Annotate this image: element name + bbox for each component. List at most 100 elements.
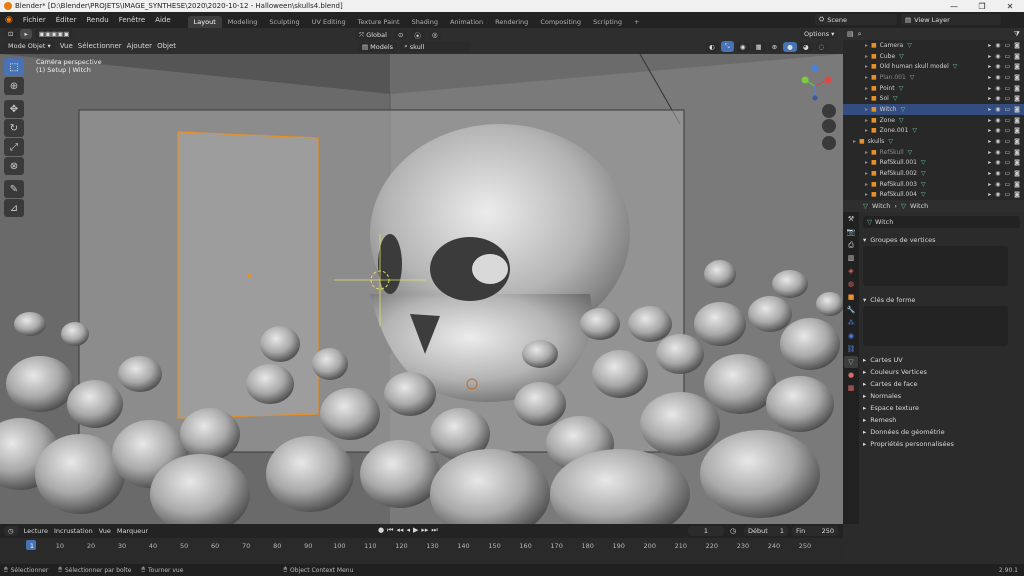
shading-solid-icon[interactable]: ●: [783, 41, 797, 52]
pivot-icon[interactable]: ⊙: [393, 30, 408, 40]
camera-render-icon[interactable]: ◙: [1014, 159, 1020, 166]
collapsed-panel[interactable]: ▸ Couleurs Vertices: [863, 366, 1020, 378]
outliner-row[interactable]: ▸ ■ RefSkull.001 ▽ ▸ ◉ ▭ ◙: [843, 158, 1024, 169]
monitor-icon[interactable]: ▭: [1005, 63, 1011, 70]
collapsed-panel[interactable]: ▸ Espace texture: [863, 402, 1020, 414]
expand-icon[interactable]: ▸: [845, 95, 871, 102]
jump-start-icon[interactable]: ⏮: [387, 526, 393, 535]
select-toggle-icon[interactable]: ▸: [988, 170, 991, 177]
select-toggle-icon[interactable]: ▸: [988, 85, 991, 92]
render-tab-icon[interactable]: 📷: [844, 226, 858, 238]
texture-tab-icon[interactable]: ▦: [844, 382, 858, 394]
monitor-icon[interactable]: ▭: [1005, 53, 1011, 60]
select-toggle-icon[interactable]: ▸: [988, 106, 991, 113]
constraints-tab-icon[interactable]: ⛓: [844, 343, 858, 355]
monitor-icon[interactable]: ▭: [1005, 95, 1011, 102]
transform-orientation[interactable]: ⤧ Global: [355, 29, 391, 41]
outliner-row[interactable]: ▸ ■ RefSkull.003 ▽ ▸ ◉ ▭ ◙: [843, 179, 1024, 190]
shape-keys-list[interactable]: [863, 306, 1008, 346]
overlay-icon[interactable]: ◉: [735, 41, 750, 52]
search-input[interactable]: ⌕ skull: [400, 41, 471, 52]
tab-modeling[interactable]: Modeling: [222, 16, 264, 28]
viewport-menu-selectionner[interactable]: Sélectionner: [78, 42, 122, 50]
outliner-row[interactable]: ▸ ■ Old human skull model ▽ ▸ ◉ ▭ ◙: [843, 61, 1024, 72]
rotate-tool-icon[interactable]: ↻: [4, 119, 24, 137]
current-frame-field[interactable]: 1: [688, 526, 724, 536]
select-toggle-icon[interactable]: ▸: [988, 63, 991, 70]
collapsed-panel[interactable]: ▸ Normales: [863, 390, 1020, 402]
eye-icon[interactable]: ◉: [995, 117, 1000, 124]
collapsed-panel[interactable]: ▸ Cartes de face: [863, 378, 1020, 390]
scale-tool-icon[interactable]: ⤢: [4, 138, 24, 156]
modifier-tab-icon[interactable]: 🔧: [844, 304, 858, 316]
camera-render-icon[interactable]: ◙: [1014, 117, 1020, 124]
shading-rendered-icon[interactable]: ◌: [814, 41, 829, 52]
editor-type-icon[interactable]: ⊡: [4, 29, 18, 39]
camera-render-icon[interactable]: ◙: [1014, 85, 1020, 92]
expand-icon[interactable]: ▸: [845, 53, 871, 60]
close-button[interactable]: ✕: [996, 0, 1024, 12]
eye-icon[interactable]: ◉: [995, 53, 1000, 60]
select-toggle-icon[interactable]: ▸: [988, 159, 991, 166]
vertex-groups-list[interactable]: [863, 246, 1008, 286]
expand-icon[interactable]: ▸: [845, 106, 871, 113]
data-tab-icon[interactable]: ▽: [844, 356, 858, 368]
material-tab-icon[interactable]: ●: [844, 369, 858, 381]
camera-render-icon[interactable]: ◙: [1014, 42, 1020, 49]
select-toggle-icon[interactable]: ▸: [988, 149, 991, 156]
eye-icon[interactable]: ◉: [995, 127, 1000, 134]
jump-end-icon[interactable]: ⏭: [431, 526, 437, 535]
xray-icon[interactable]: ▦: [751, 41, 766, 52]
expand-icon[interactable]: ▸: [845, 159, 871, 166]
camera-render-icon[interactable]: ◙: [1014, 191, 1020, 198]
collapsed-panel[interactable]: ▸ Propriétés personnalisées: [863, 438, 1020, 450]
options-button[interactable]: Options ▾: [800, 29, 839, 39]
camera-render-icon[interactable]: ◙: [1014, 181, 1020, 188]
tool-tab-icon[interactable]: ⚒: [844, 213, 858, 225]
menu-fenetre[interactable]: Fenêtre: [114, 16, 150, 24]
select-toggle-icon[interactable]: ▸: [988, 42, 991, 49]
snap-icon[interactable]: ⦿: [410, 29, 425, 41]
eye-icon[interactable]: ◉: [995, 95, 1000, 102]
collapsed-panel[interactable]: ▸ Données de géométrie: [863, 426, 1020, 438]
prev-key-icon[interactable]: ◂◂: [396, 526, 403, 535]
clock-icon[interactable]: ◷: [730, 527, 736, 535]
object-tab-icon[interactable]: ■: [844, 291, 858, 303]
expand-icon[interactable]: ▸: [845, 170, 871, 177]
view-tools[interactable]: [822, 104, 836, 150]
menu-aide[interactable]: Aide: [150, 16, 175, 24]
timeline-editor-icon[interactable]: ◷: [4, 526, 18, 536]
camera-render-icon[interactable]: ◙: [1014, 138, 1020, 145]
shading-material-icon[interactable]: ◕: [798, 41, 813, 52]
monitor-icon[interactable]: ▭: [1005, 159, 1011, 166]
eye-icon[interactable]: ◉: [995, 149, 1000, 156]
viewport-menu-objet[interactable]: Objet: [157, 42, 176, 50]
play-icon[interactable]: ▶: [413, 526, 418, 535]
monitor-icon[interactable]: ▭: [1005, 149, 1011, 156]
monitor-icon[interactable]: ▭: [1005, 42, 1011, 49]
eye-icon[interactable]: ◉: [995, 181, 1000, 188]
outliner-row[interactable]: ▸ ■ Camera ▽ ▸ ◉ ▭ ◙: [843, 40, 1024, 51]
monitor-icon[interactable]: ▭: [1005, 85, 1011, 92]
particles-tab-icon[interactable]: ⁂: [844, 317, 858, 329]
tab-rendering[interactable]: Rendering: [489, 16, 534, 28]
camera-render-icon[interactable]: ◙: [1014, 170, 1020, 177]
camera-render-icon[interactable]: ◙: [1014, 63, 1020, 70]
select-tool-icon[interactable]: ▸: [20, 29, 32, 39]
outliner-editor-icon[interactable]: ▤: [847, 30, 854, 38]
outliner-filter-icon[interactable]: ⧩: [1014, 30, 1020, 39]
select-toggle-icon[interactable]: ▸: [988, 117, 991, 124]
outliner-row[interactable]: ▸ ■ Zone ▽ ▸ ◉ ▭ ◙: [843, 115, 1024, 126]
camera-render-icon[interactable]: ◙: [1014, 74, 1020, 81]
proportional-icon[interactable]: ◎: [427, 30, 442, 40]
menu-rendu[interactable]: Rendu: [82, 16, 114, 24]
select-toggle-icon[interactable]: ▸: [988, 95, 991, 102]
outliner-row[interactable]: ▸ ■ skulls ▽ ▸ ◉ ▭ ◙: [843, 136, 1024, 147]
expand-icon[interactable]: ▸: [845, 63, 871, 70]
select-toggle-icon[interactable]: ▸: [988, 191, 991, 198]
monitor-icon[interactable]: ▭: [1005, 106, 1011, 113]
camera-render-icon[interactable]: ◙: [1014, 95, 1020, 102]
outliner-row[interactable]: ▸ ■ RefSkull.002 ▽ ▸ ◉ ▭ ◙: [843, 168, 1024, 179]
outliner-row[interactable]: ▸ ■ Witch ▽ ▸ ◉ ▭ ◙: [843, 104, 1024, 115]
expand-icon[interactable]: ▸: [845, 191, 871, 198]
